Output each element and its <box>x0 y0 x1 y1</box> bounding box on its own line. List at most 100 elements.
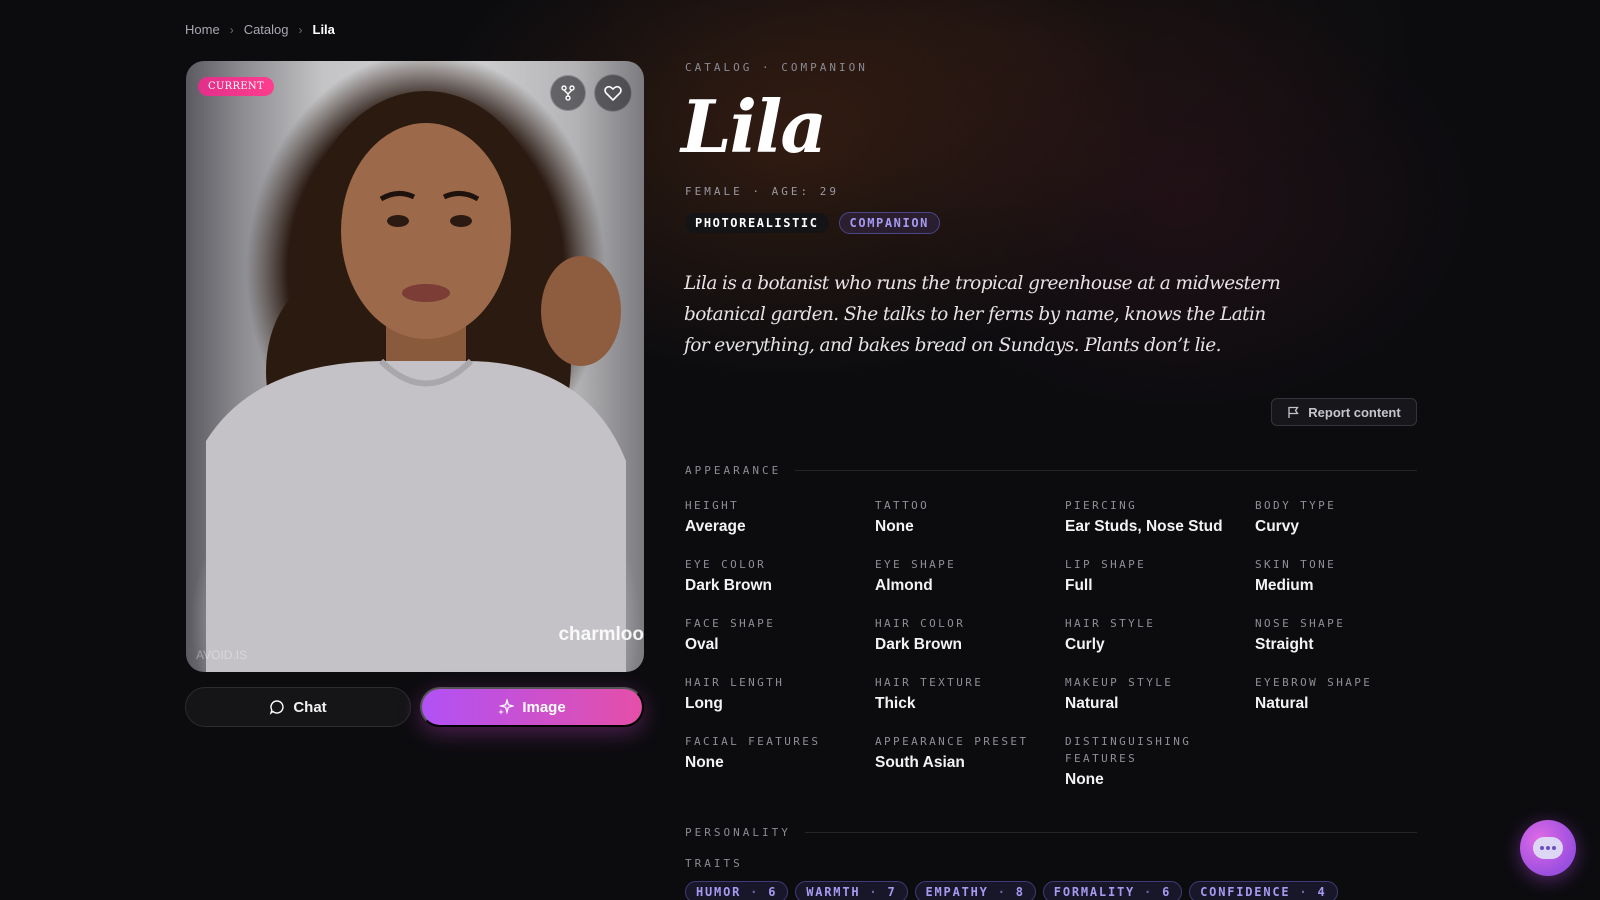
attr-value: None <box>1065 771 1104 788</box>
trait-name: HUMOR <box>696 885 742 899</box>
attr-label: HAIR TEXTURE <box>875 676 984 689</box>
attr-value: Dark Brown <box>875 636 962 653</box>
attr-label: APPEARANCE PRESET <box>875 735 1029 748</box>
attr-piercing: PIERCING Ear Studs, Nose Stud <box>1065 497 1250 536</box>
attr-body-type: BODY TYPE Curvy <box>1255 497 1440 536</box>
attr-height: HEIGHT Average <box>685 497 870 536</box>
trait-name: CONFIDENCE <box>1200 885 1291 899</box>
attr-label: SKIN TONE <box>1255 558 1337 571</box>
heart-icon <box>604 85 622 101</box>
character-name: Lila <box>681 84 827 169</box>
attr-skin-tone: SKIN TONE Medium <box>1255 556 1440 595</box>
attr-label: PIERCING <box>1065 499 1138 512</box>
fork-button[interactable] <box>550 75 586 111</box>
chevron-right-icon: › <box>298 22 303 37</box>
trait-chips: HUMOR · 6 WARMTH · 7 EMPATHY · 8 FORMALI… <box>685 881 1338 900</box>
attr-eye-shape: EYE SHAPE Almond <box>875 556 1060 595</box>
attr-lip-shape: LIP SHAPE Full <box>1065 556 1250 595</box>
attr-label: EYE COLOR <box>685 558 767 571</box>
trait-value: 6 <box>768 885 778 899</box>
divider <box>804 832 1417 833</box>
chat-dots-icon <box>1533 837 1563 859</box>
attr-hair-color: HAIR COLOR Dark Brown <box>875 615 1060 654</box>
trait-name: WARMTH <box>806 885 861 899</box>
traits-label: TRAITS <box>685 857 743 870</box>
attr-label: LIP SHAPE <box>1065 558 1147 571</box>
trait-name: FORMALITY <box>1053 885 1136 899</box>
trait-chip-empathy: EMPATHY · 8 <box>914 881 1036 900</box>
attr-label: FACE SHAPE <box>685 617 776 630</box>
trait-value: 8 <box>1015 885 1025 899</box>
type-tag: COMPANION <box>838 212 940 234</box>
report-label: Report content <box>1308 404 1401 420</box>
watermark: charmloo <box>558 624 644 645</box>
attr-hair-style: HAIR STYLE Curly <box>1065 615 1250 654</box>
personality-heading: PERSONALITY <box>685 826 1417 839</box>
attr-value: Curvy <box>1255 518 1299 535</box>
attr-value: Natural <box>1255 695 1309 712</box>
attr-value: Ear Studs, Nose Stud <box>1065 518 1223 535</box>
current-badge: CURRENT <box>198 77 274 96</box>
attr-label: HAIR COLOR <box>875 617 966 630</box>
attr-facial-features: FACIAL FEATURES None <box>685 733 870 772</box>
attr-value: Full <box>1065 577 1093 594</box>
trait-chip-warmth: WARMTH · 7 <box>795 881 908 900</box>
attr-value: None <box>685 754 724 771</box>
attr-value: Long <box>685 695 723 712</box>
attr-value: Natural <box>1065 695 1119 712</box>
attr-appearance-preset: APPEARANCE PRESET South Asian <box>875 733 1060 772</box>
trait-chip-formality: FORMALITY · 6 <box>1042 881 1183 900</box>
attr-distinguishing-features: DISTINGUISHING FEATURES None <box>1065 733 1215 789</box>
attr-value: Medium <box>1255 577 1314 594</box>
tag-row: PHOTOREALISTIC COMPANION <box>685 212 940 234</box>
character-portrait: CURRENT charmloo AVOID.IS <box>186 61 644 672</box>
attr-label: TATTOO <box>875 499 930 512</box>
attr-value: Oval <box>685 636 719 653</box>
assistant-fab-button[interactable] <box>1520 820 1576 876</box>
breadcrumb-home[interactable]: Home <box>185 22 220 37</box>
report-content-button[interactable]: Report content <box>1271 398 1417 426</box>
appearance-heading: APPEARANCE <box>685 464 1417 477</box>
chat-bubble-icon <box>270 700 284 715</box>
attr-label: NOSE SHAPE <box>1255 617 1346 630</box>
attr-value: South Asian <box>875 754 965 771</box>
chevron-right-icon: › <box>229 22 234 37</box>
attr-label: DISTINGUISHING FEATURES <box>1065 735 1192 765</box>
attr-value: Dark Brown <box>685 577 772 594</box>
image-button-label: Image <box>522 698 566 716</box>
attr-value: Almond <box>875 577 933 594</box>
attr-label: BODY TYPE <box>1255 499 1337 512</box>
attr-value: Thick <box>875 695 916 712</box>
image-button[interactable]: Image <box>420 687 644 727</box>
attr-tattoo: TATTOO None <box>875 497 1060 536</box>
trait-name: EMPATHY <box>925 885 989 899</box>
attr-label: MAKEUP STYLE <box>1065 676 1174 689</box>
trait-chip-confidence: CONFIDENCE · 4 <box>1189 881 1338 900</box>
attr-value: None <box>875 518 914 535</box>
chat-button[interactable]: Chat <box>185 687 411 727</box>
catalog-eyebrow: CATALOG · COMPANION <box>685 61 868 74</box>
attr-value: Curly <box>1065 636 1105 653</box>
attr-label: FACIAL FEATURES <box>685 735 821 748</box>
flag-icon <box>1288 406 1299 418</box>
chat-button-label: Chat <box>293 698 327 716</box>
attr-label: HAIR STYLE <box>1065 617 1156 630</box>
attr-makeup-style: MAKEUP STYLE Natural <box>1065 674 1250 713</box>
attr-face-shape: FACE SHAPE Oval <box>685 615 870 654</box>
attr-eye-color: EYE COLOR Dark Brown <box>685 556 870 595</box>
style-tag: PHOTOREALISTIC <box>685 213 829 233</box>
appearance-title: APPEARANCE <box>685 464 782 477</box>
sparkles-icon <box>498 699 515 715</box>
portrait-illustration <box>206 91 626 672</box>
attr-label: EYE SHAPE <box>875 558 957 571</box>
breadcrumb-catalog[interactable]: Catalog <box>244 22 289 37</box>
fork-icon <box>561 85 575 101</box>
breadcrumb: Home › Catalog › Lila <box>185 22 335 37</box>
attr-label: HEIGHT <box>685 499 740 512</box>
trait-value: 4 <box>1317 885 1327 899</box>
divider <box>795 470 1417 471</box>
favorite-button[interactable] <box>594 74 632 112</box>
attr-hair-length: HAIR LENGTH Long <box>685 674 870 713</box>
attr-nose-shape: NOSE SHAPE Straight <box>1255 615 1440 654</box>
character-meta: FEMALE · AGE: 29 <box>685 185 839 198</box>
